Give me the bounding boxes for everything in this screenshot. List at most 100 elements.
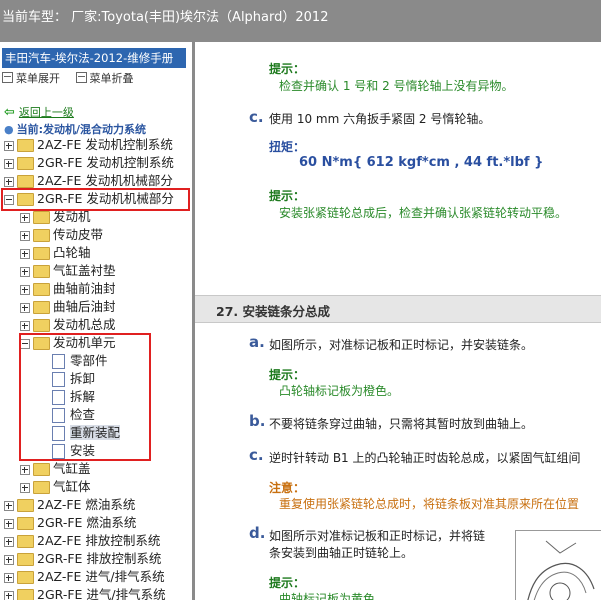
folder-icon bbox=[17, 139, 34, 152]
notice-label: 注意： bbox=[269, 481, 306, 495]
folder-icon bbox=[17, 517, 34, 530]
folder-icon bbox=[17, 571, 34, 584]
tree-node[interactable]: 2GR-FE 燃油系统 bbox=[4, 514, 136, 532]
tree-node[interactable]: 曲轴前油封 bbox=[20, 280, 116, 298]
hint-text: 凸轮轴标记板为橙色。 bbox=[279, 384, 400, 398]
hint-text: 检查并确认 1 号和 2 号惰轮轴上没有异物。 bbox=[279, 79, 514, 93]
expand-toggle-icon[interactable] bbox=[4, 140, 14, 151]
expand-toggle-icon[interactable] bbox=[20, 230, 30, 241]
folder-icon bbox=[33, 283, 50, 296]
folder-icon bbox=[17, 553, 34, 566]
tree-node[interactable]: 曲轴后油封 bbox=[20, 298, 116, 316]
step-text: 如图所示，对准标记板和正时标记，并安装链条。 bbox=[269, 338, 534, 352]
tree-node-label: 发动机 bbox=[53, 209, 91, 224]
step-text: 如图所示对准标记板和正时标记，并将链 bbox=[269, 529, 486, 543]
tree-node[interactable]: 2AZ-FE 排放控制系统 bbox=[4, 532, 160, 550]
back-link[interactable]: ⇦ 返回上一级 bbox=[4, 104, 74, 120]
section-header: 27. 安装链条分总成 bbox=[195, 295, 601, 323]
folder-icon bbox=[17, 589, 34, 600]
folder-icon bbox=[33, 211, 50, 224]
manual-title: 丰田汽车-埃尔法-2012-维修手册 bbox=[2, 48, 186, 68]
tree-node[interactable]: 气缸盖衬垫 bbox=[20, 262, 116, 280]
tree-node[interactable]: 发动机总成 bbox=[20, 316, 116, 334]
tree-node-label: 2AZ-FE 燃油系统 bbox=[37, 497, 136, 512]
tree-node-label: 气缸盖 bbox=[53, 461, 91, 476]
expand-icon bbox=[2, 72, 13, 83]
folder-icon bbox=[17, 535, 34, 548]
current-car-label: 当前车型： 厂家:Toyota(丰田)埃尔法（Alphard）2012 bbox=[2, 10, 329, 25]
folder-icon bbox=[17, 175, 34, 188]
step-text: 条安装到曲轴正时链轮上。 bbox=[269, 546, 414, 560]
step-letter: b. bbox=[249, 412, 266, 430]
folder-icon bbox=[33, 319, 50, 332]
expand-toggle-icon[interactable] bbox=[20, 302, 30, 313]
expand-toggle-icon[interactable] bbox=[20, 464, 30, 475]
step-text: 使用 10 mm 六角扳手紧固 2 号惰轮轴。 bbox=[269, 112, 491, 126]
tree-node[interactable]: 2AZ-FE 发动机控制系统 bbox=[4, 136, 173, 154]
tree-node-label: 2AZ-FE 排放控制系统 bbox=[37, 533, 161, 548]
expand-toggle-icon[interactable] bbox=[4, 590, 14, 600]
sidebar: 丰田汽车-埃尔法-2012-维修手册 菜单展开 菜单折叠 ⇦ 返回上一级 ● 当前:… bbox=[0, 42, 195, 600]
expand-toggle-icon[interactable] bbox=[4, 554, 14, 565]
tree-node-label: 发动机总成 bbox=[53, 317, 116, 332]
expand-toggle-icon[interactable] bbox=[20, 482, 30, 493]
collapse-icon bbox=[75, 72, 87, 83]
expand-toggle-icon[interactable] bbox=[4, 518, 14, 529]
tree-node-label: 曲轴前油封 bbox=[53, 281, 116, 296]
hint-text: 曲轴标记板为黄色。 bbox=[279, 592, 388, 600]
back-arrow-icon: ⇦ bbox=[4, 105, 15, 120]
tree-node-label: 曲轴后油封 bbox=[53, 299, 116, 314]
expand-all-label: 菜单展开 bbox=[16, 72, 60, 85]
hint-label: 提示： bbox=[269, 368, 306, 382]
content-pane: 提示： 检查并确认 1 号和 2 号惰轮轴上没有异物。 c. 使用 10 mm … bbox=[195, 42, 601, 600]
tree-node-label: 2GR-FE 进气/排气系统 bbox=[37, 587, 166, 600]
tree-node[interactable]: 2AZ-FE 燃油系统 bbox=[4, 496, 135, 514]
current-location-label: 当前:发动机/混合动力系统 bbox=[16, 123, 147, 136]
location-icon: ● bbox=[4, 123, 14, 136]
step-letter: a. bbox=[249, 333, 265, 351]
expand-toggle-icon[interactable] bbox=[20, 284, 30, 295]
folder-icon bbox=[17, 499, 34, 512]
hint-label: 提示： bbox=[269, 62, 306, 76]
tree-node[interactable]: 气缸体 bbox=[20, 478, 91, 496]
expand-toggle-icon[interactable] bbox=[20, 266, 30, 277]
expand-toggle-icon[interactable] bbox=[4, 158, 14, 169]
collapse-all-button[interactable]: 菜单折叠 bbox=[75, 72, 134, 85]
expand-toggle-icon[interactable] bbox=[20, 248, 30, 259]
tree-node-label: 2GR-FE 排放控制系统 bbox=[37, 551, 162, 566]
timing-chain-diagram bbox=[527, 540, 595, 600]
tree-node-label: 气缸体 bbox=[53, 479, 91, 494]
tree-node[interactable]: 2GR-FE 进气/排气系统 bbox=[4, 586, 166, 600]
tree-node[interactable]: 气缸盖 bbox=[20, 460, 91, 478]
folder-icon bbox=[17, 157, 34, 170]
expand-all-button[interactable]: 菜单展开 bbox=[2, 72, 60, 85]
expand-toggle-icon[interactable] bbox=[4, 572, 14, 583]
tree-node[interactable]: 2AZ-FE 进气/排气系统 bbox=[4, 568, 165, 586]
folder-icon bbox=[33, 481, 50, 494]
menu-controls: 菜单展开 菜单折叠 bbox=[2, 70, 134, 86]
collapse-all-label: 菜单折叠 bbox=[89, 72, 134, 85]
hint-label: 提示： bbox=[269, 189, 306, 203]
step-text: 不要将链条穿过曲轴，只需将其暂时放到曲轴上。 bbox=[269, 417, 534, 431]
folder-icon bbox=[33, 463, 50, 476]
step-letter: d. bbox=[249, 524, 266, 542]
tree-node[interactable]: 2GR-FE 排放控制系统 bbox=[4, 550, 161, 568]
hint-text: 安装张紧链轮总成后，检查并确认张紧链轮转动平稳。 bbox=[279, 206, 568, 220]
tree-node[interactable]: 传动皮带 bbox=[20, 226, 103, 244]
tree-node[interactable]: 2GR-FE 发动机控制系统 bbox=[4, 154, 174, 172]
section-title: 27. 安装链条分总成 bbox=[216, 304, 330, 319]
expand-toggle-icon[interactable] bbox=[20, 212, 30, 223]
tree-node-label: 凸轮轴 bbox=[53, 245, 91, 260]
back-label: 返回上一级 bbox=[18, 106, 74, 119]
tree-node-label: 传动皮带 bbox=[53, 227, 104, 242]
tree-node-label: 2GR-FE 燃油系统 bbox=[37, 515, 137, 530]
expand-toggle-icon[interactable] bbox=[4, 536, 14, 547]
folder-icon bbox=[33, 247, 50, 260]
timing-chain-figure bbox=[515, 530, 601, 600]
expand-toggle-icon[interactable] bbox=[4, 500, 14, 511]
expand-toggle-icon[interactable] bbox=[20, 320, 30, 331]
tree-node[interactable]: 凸轮轴 bbox=[20, 244, 91, 262]
expand-toggle-icon[interactable] bbox=[4, 176, 14, 187]
step-text: 逆时针转动 B1 上的凸轮轴正时齿轮总成，以紧固气缸组间 bbox=[269, 451, 581, 465]
current-location: ● 当前:发动机/混合动力系统 bbox=[4, 121, 146, 137]
